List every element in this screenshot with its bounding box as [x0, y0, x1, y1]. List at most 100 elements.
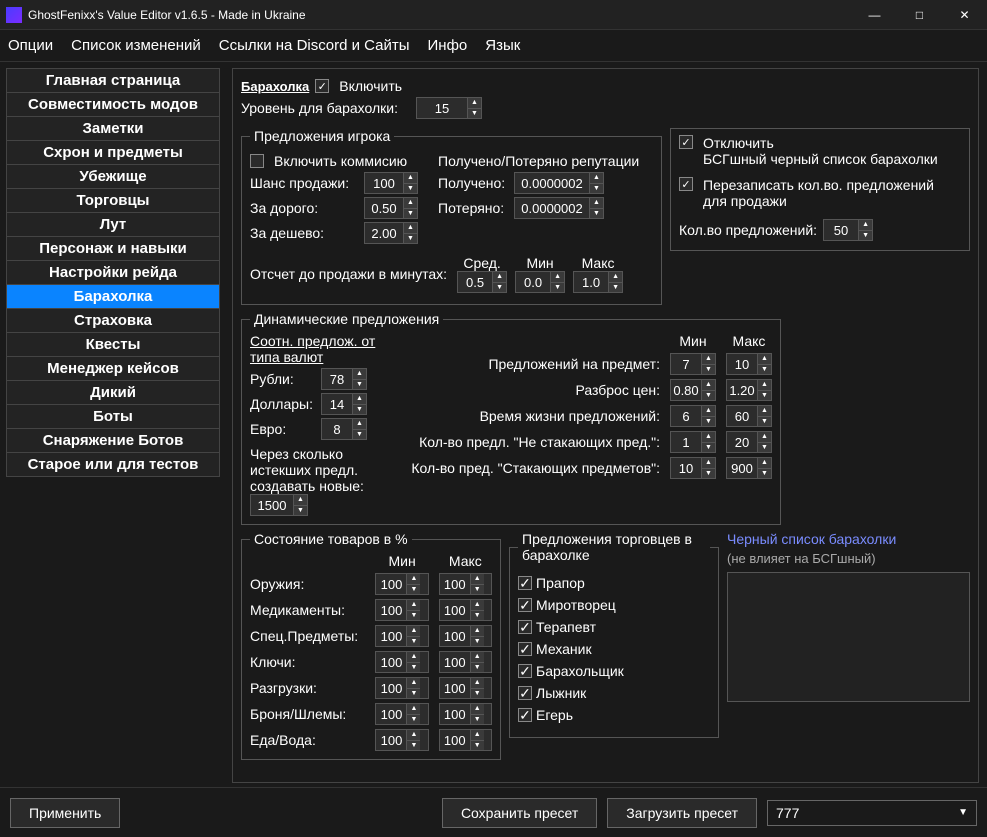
condition-max-spinner[interactable]: ▲▼	[439, 573, 492, 595]
condition-min-spinner[interactable]: ▲▼	[375, 729, 428, 751]
condition-max-spinner[interactable]: ▲▼	[439, 599, 492, 621]
condition-label: Еда/Вода:	[250, 732, 365, 748]
menu-item[interactable]: Список изменений	[71, 37, 201, 54]
life-min-spinner[interactable]: ▲▼	[670, 405, 716, 427]
sidebar-item[interactable]: Дикий	[6, 380, 220, 404]
sidebar-item[interactable]: Совместимость модов	[6, 92, 220, 116]
level-label: Уровень для барахолки:	[241, 100, 398, 116]
cheap-spinner[interactable]: ▲▼	[364, 222, 418, 244]
condition-min-spinner[interactable]: ▲▼	[375, 677, 428, 699]
expensive-spinner[interactable]: ▲▼	[364, 197, 418, 219]
sidebar: Главная страницаСовместимость модовЗамет…	[0, 62, 226, 787]
chevron-down-icon: ▼	[958, 807, 968, 818]
nonstack-max-spinner[interactable]: ▲▼	[726, 431, 772, 453]
peritem-max-spinner[interactable]: ▲▼	[726, 353, 772, 375]
disable-bsg-checkbox[interactable]	[679, 135, 693, 149]
commission-checkbox[interactable]	[250, 154, 264, 168]
price-max-spinner[interactable]: ▲▼	[726, 379, 772, 401]
chevron-up-icon: ▲	[468, 98, 481, 109]
condition-max-spinner[interactable]: ▲▼	[439, 625, 492, 647]
menu-bar: Опции Список изменений Ссылки на Discord и…	[0, 30, 987, 62]
sidebar-item[interactable]: Квесты	[6, 332, 220, 356]
condition-max-spinner[interactable]: ▲▼	[439, 729, 492, 751]
apply-button[interactable]: Применить	[10, 798, 120, 828]
load-preset-button[interactable]: Загрузить пресет	[607, 798, 757, 828]
trader-checkbox[interactable]	[518, 664, 532, 678]
sidebar-item[interactable]: Боты	[6, 404, 220, 428]
trader-checkbox[interactable]	[518, 576, 532, 590]
page-title: Барахолка	[241, 79, 309, 94]
enable-checkbox[interactable]	[315, 79, 329, 93]
override-offers-checkbox[interactable]	[679, 177, 693, 191]
condition-min-spinner[interactable]: ▲▼	[375, 599, 428, 621]
menu-item[interactable]: Инфо	[428, 37, 468, 54]
trader-label: Егерь	[536, 707, 573, 723]
countdown-avg-spinner[interactable]: ▲▼	[457, 271, 507, 293]
rub-spinner[interactable]: ▲▼	[321, 368, 367, 390]
minimize-button[interactable]: —	[852, 0, 897, 30]
blacklist-textarea[interactable]	[727, 572, 970, 702]
maximize-button[interactable]: □	[897, 0, 942, 30]
condition-label: Спец.Предметы:	[250, 628, 365, 644]
rep-gained-spinner[interactable]: ▲▼	[514, 172, 604, 194]
num-offers-spinner[interactable]: ▲▼	[823, 219, 873, 241]
peritem-min-spinner[interactable]: ▲▼	[670, 353, 716, 375]
menu-item[interactable]: Язык	[485, 37, 520, 54]
sidebar-item[interactable]: Заметки	[6, 116, 220, 140]
condition-max-spinner[interactable]: ▲▼	[439, 677, 492, 699]
sidebar-item[interactable]: Торговцы	[6, 188, 220, 212]
countdown-max-spinner[interactable]: ▲▼	[573, 271, 623, 293]
trader-checkbox[interactable]	[518, 598, 532, 612]
sidebar-item[interactable]: Старое или для тестов	[6, 452, 220, 477]
sidebar-item[interactable]: Менеджер кейсов	[6, 356, 220, 380]
expired-spinner[interactable]: ▲▼	[250, 494, 308, 516]
nonstack-min-spinner[interactable]: ▲▼	[670, 431, 716, 453]
right-panel: ОтключитьБСГшный черный список барахолки…	[670, 128, 970, 251]
preset-select[interactable]: 777▼	[767, 800, 977, 826]
price-min-spinner[interactable]: ▲▼	[670, 379, 716, 401]
trader-checkbox[interactable]	[518, 642, 532, 656]
level-spinner[interactable]: ▲▼	[416, 97, 482, 119]
chevron-down-icon: ▼	[468, 109, 481, 119]
menu-item[interactable]: Ссылки на Discord и Сайты	[219, 37, 410, 54]
condition-max-spinner[interactable]: ▲▼	[439, 703, 492, 725]
traders-fieldset: Предложения торговцев в барахолке Прапор…	[509, 531, 719, 738]
trader-label: Лыжник	[536, 685, 586, 701]
stack-max-spinner[interactable]: ▲▼	[726, 457, 772, 479]
usd-spinner[interactable]: ▲▼	[321, 393, 367, 415]
sidebar-item[interactable]: Страховка	[6, 308, 220, 332]
sidebar-item[interactable]: Персонаж и навыки	[6, 236, 220, 260]
stack-min-spinner[interactable]: ▲▼	[670, 457, 716, 479]
trader-label: Механик	[536, 641, 592, 657]
save-preset-button[interactable]: Сохранить пресет	[442, 798, 597, 828]
blacklist-panel: Черный список барахолки (не влияет на БС…	[727, 531, 970, 702]
rep-lost-spinner[interactable]: ▲▼	[514, 197, 604, 219]
sidebar-item[interactable]: Схрон и предметы	[6, 140, 220, 164]
condition-min-spinner[interactable]: ▲▼	[375, 651, 428, 673]
condition-max-spinner[interactable]: ▲▼	[439, 651, 492, 673]
sell-chance-spinner[interactable]: ▲▼	[364, 172, 418, 194]
trader-label: Барахольщик	[536, 663, 624, 679]
sidebar-item[interactable]: Лут	[6, 212, 220, 236]
sidebar-item[interactable]: Снаряжение Ботов	[6, 428, 220, 452]
sidebar-item[interactable]: Главная страница	[6, 68, 220, 92]
sidebar-item[interactable]: Настройки рейда	[6, 260, 220, 284]
trader-checkbox[interactable]	[518, 686, 532, 700]
condition-label: Броня/Шлемы:	[250, 706, 365, 722]
dynamic-offers-fieldset: Динамические предложения Соотн. предлож.…	[241, 311, 781, 525]
eur-spinner[interactable]: ▲▼	[321, 418, 367, 440]
condition-min-spinner[interactable]: ▲▼	[375, 573, 428, 595]
condition-label: Оружия:	[250, 576, 365, 592]
sidebar-item[interactable]: Убежище	[6, 164, 220, 188]
sidebar-item[interactable]: Барахолка	[6, 284, 220, 308]
condition-min-spinner[interactable]: ▲▼	[375, 625, 428, 647]
close-button[interactable]: ✕	[942, 0, 987, 30]
condition-label: Ключи:	[250, 654, 365, 670]
trader-checkbox[interactable]	[518, 620, 532, 634]
trader-checkbox[interactable]	[518, 708, 532, 722]
trader-label: Прапор	[536, 575, 585, 591]
life-max-spinner[interactable]: ▲▼	[726, 405, 772, 427]
countdown-min-spinner[interactable]: ▲▼	[515, 271, 565, 293]
menu-item[interactable]: Опции	[8, 37, 53, 54]
condition-min-spinner[interactable]: ▲▼	[375, 703, 428, 725]
